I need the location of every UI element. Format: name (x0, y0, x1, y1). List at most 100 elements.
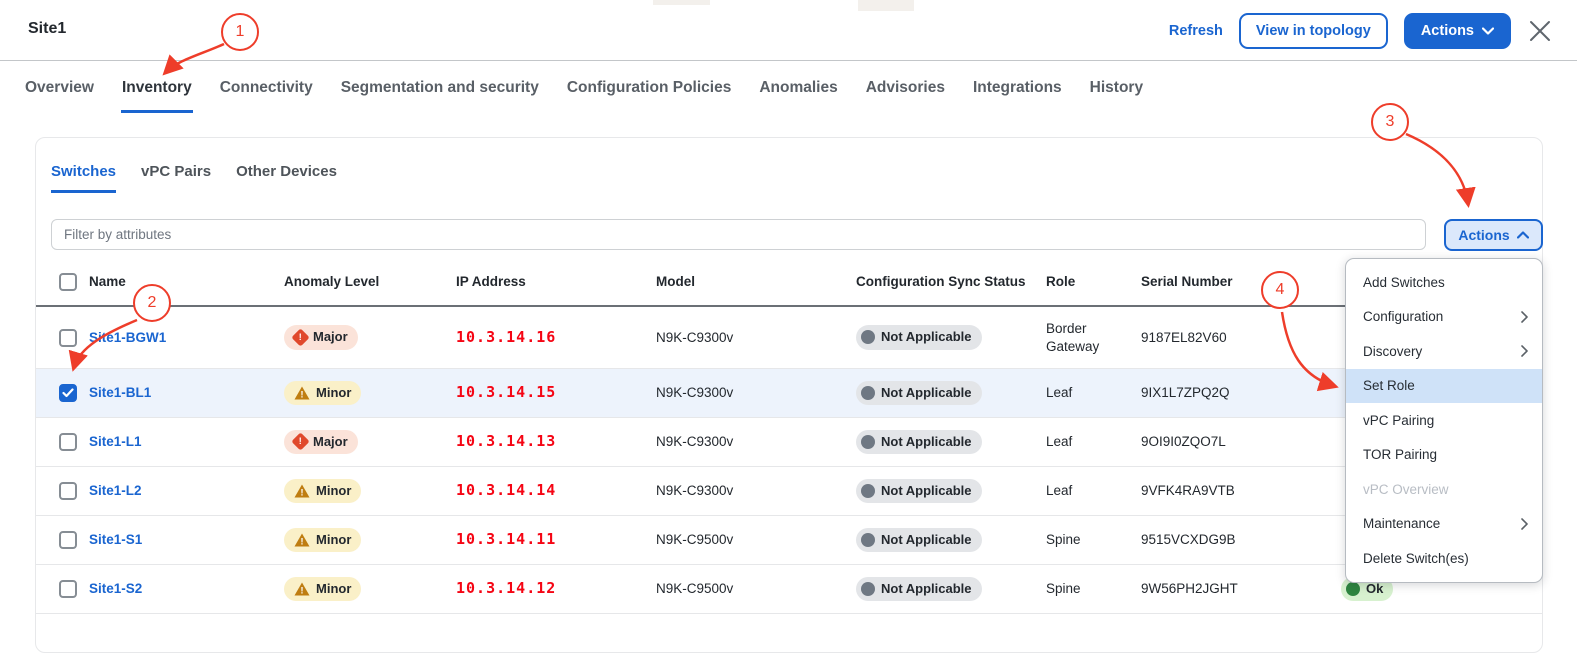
top-artifact-right (858, 0, 914, 11)
sync-status-label: Not Applicable (881, 532, 972, 549)
switch-name-link[interactable]: Site1-BL1 (89, 385, 151, 400)
svg-text:!: ! (301, 487, 304, 497)
row-checkbox[interactable] (59, 329, 77, 347)
svg-text:!: ! (301, 536, 304, 546)
ip-address: 10.3.14.11 (456, 530, 656, 550)
annotation-step-2: 2 (133, 284, 171, 322)
tab-anomalies[interactable]: Anomalies (758, 61, 838, 113)
anomaly-label: Major (313, 329, 348, 346)
tab-overview[interactable]: Overview (24, 61, 95, 113)
refresh-link[interactable]: Refresh (1169, 23, 1223, 39)
table-row[interactable]: Site1-L1 !Major 10.3.14.13 N9K-C9300v No… (36, 418, 1542, 467)
menu-item-configuration[interactable]: Configuration (1346, 300, 1542, 335)
switch-name-link[interactable]: Site1-S1 (89, 532, 142, 547)
ip-address: 10.3.14.16 (456, 328, 656, 348)
tab-connectivity[interactable]: Connectivity (219, 61, 314, 113)
minor-anomaly-icon: ! (294, 386, 310, 400)
model: N9K-C9500v (656, 531, 856, 549)
status-dot-icon (1346, 582, 1360, 596)
tab-history[interactable]: History (1089, 61, 1144, 113)
model: N9K-C9300v (656, 482, 856, 500)
chevron-right-icon (1521, 518, 1528, 530)
menu-item-discovery[interactable]: Discovery (1346, 334, 1542, 369)
row-checkbox[interactable] (59, 531, 77, 549)
table-actions-button[interactable]: Actions (1444, 219, 1543, 251)
serial-number: 9VFK4RA9VTB (1141, 482, 1341, 500)
anomaly-badge: !Major (284, 430, 358, 455)
view-in-topology-button[interactable]: View in topology (1239, 13, 1388, 49)
tab-inventory[interactable]: Inventory (121, 61, 193, 113)
column-header-role[interactable]: Role (1046, 274, 1141, 291)
menu-item-label: Delete Switch(es) (1363, 551, 1469, 566)
anomaly-label: Minor (316, 385, 351, 402)
menu-item-maintenance[interactable]: Maintenance (1346, 507, 1542, 542)
row-checkbox[interactable] (59, 580, 77, 598)
role: Spine (1046, 531, 1141, 549)
role: Border Gateway (1046, 320, 1141, 355)
model: N9K-C9300v (656, 384, 856, 402)
menu-item-tor-pairing[interactable]: TOR Pairing (1346, 438, 1542, 473)
anomaly-badge: ! Minor (284, 479, 361, 504)
row-checkbox[interactable] (59, 482, 77, 500)
switch-name-link[interactable]: Site1-BGW1 (89, 330, 166, 345)
table-row[interactable]: Site1-S2 !Minor 10.3.14.12 N9K-C9500v No… (36, 565, 1542, 614)
menu-item-vpc-overview: vPC Overview (1346, 472, 1542, 507)
minor-anomaly-icon: ! (294, 484, 310, 498)
switch-name-link[interactable]: Site1-L1 (89, 434, 142, 449)
anomaly-badge: !Major (284, 325, 358, 350)
model: N9K-C9300v (656, 329, 856, 347)
column-header-serial-number[interactable]: Serial Number (1141, 274, 1341, 291)
column-header-anomaly-level[interactable]: Anomaly Level (284, 274, 456, 291)
model: N9K-C9500v (656, 580, 856, 598)
subtab-switches[interactable]: Switches (51, 163, 116, 193)
role: Leaf (1046, 482, 1141, 500)
row-checkbox[interactable] (59, 384, 77, 402)
menu-item-label: TOR Pairing (1363, 447, 1437, 462)
role: Leaf (1046, 384, 1141, 402)
ip-address: 10.3.14.15 (456, 383, 656, 403)
sync-status-badge: Not Applicable (856, 381, 982, 406)
annotation-step-4: 4 (1261, 271, 1299, 309)
subtab-other-devices[interactable]: Other Devices (236, 163, 337, 193)
tab-integrations[interactable]: Integrations (972, 61, 1063, 113)
view-in-topology-label: View in topology (1256, 23, 1371, 39)
chevron-right-icon (1521, 345, 1528, 357)
column-header-name[interactable]: Name (89, 274, 284, 291)
serial-number: 9515VCXDG9B (1141, 531, 1341, 549)
select-all-checkbox[interactable] (59, 273, 77, 291)
close-icon[interactable] (1527, 18, 1553, 44)
tab-configuration-policies[interactable]: Configuration Policies (566, 61, 732, 113)
major-anomaly-icon: ! (291, 328, 309, 346)
menu-item-delete-switches[interactable]: Delete Switch(es) (1346, 541, 1542, 576)
subtab-vpc-pairs[interactable]: vPC Pairs (141, 163, 211, 193)
column-header-ip-address[interactable]: IP Address (456, 274, 656, 291)
column-header-config-sync-status[interactable]: Configuration Sync Status (856, 274, 1046, 291)
table-row[interactable]: Site1-BL1 ! Minor 10.3.14.15 N9K-C9300v N… (36, 369, 1542, 418)
main-tabs: Overview Inventory Connectivity Segmenta… (24, 61, 1144, 113)
annotation-step-3: 3 (1371, 103, 1409, 141)
menu-item-set-role[interactable]: Set Role (1346, 369, 1542, 404)
top-artifact-left (653, 0, 710, 5)
row-checkbox[interactable] (59, 433, 77, 451)
column-header-model[interactable]: Model (656, 274, 856, 291)
menu-item-label: Maintenance (1363, 516, 1440, 531)
sync-status-badge: Not Applicable (856, 430, 982, 455)
annotation-step-1: 1 (221, 13, 259, 51)
anomaly-label: Minor (316, 483, 351, 500)
status-dot-icon (861, 330, 875, 344)
menu-item-add-switches[interactable]: Add Switches (1346, 265, 1542, 300)
switch-name-link[interactable]: Site1-L2 (89, 483, 142, 498)
svg-text:!: ! (301, 389, 304, 399)
tab-advisories[interactable]: Advisories (865, 61, 946, 113)
sync-status-badge: Not Applicable (856, 577, 982, 602)
switch-name-link[interactable]: Site1-S2 (89, 581, 142, 596)
chevron-down-icon (1482, 27, 1494, 35)
table-row[interactable]: Site1-L2 !Minor 10.3.14.14 N9K-C9300v No… (36, 467, 1542, 516)
tab-segmentation-and-security[interactable]: Segmentation and security (340, 61, 540, 113)
table-row[interactable]: Site1-S1 !Minor 10.3.14.11 N9K-C9500v No… (36, 516, 1542, 565)
menu-item-vpc-pairing[interactable]: vPC Pairing (1346, 403, 1542, 438)
filter-input[interactable] (51, 219, 1426, 250)
anomaly-badge: !Minor (284, 577, 361, 602)
header-actions-button[interactable]: Actions (1404, 13, 1511, 49)
table-row[interactable]: Site1-BGW1 !Major 10.3.14.16 N9K-C9300v … (36, 307, 1542, 369)
